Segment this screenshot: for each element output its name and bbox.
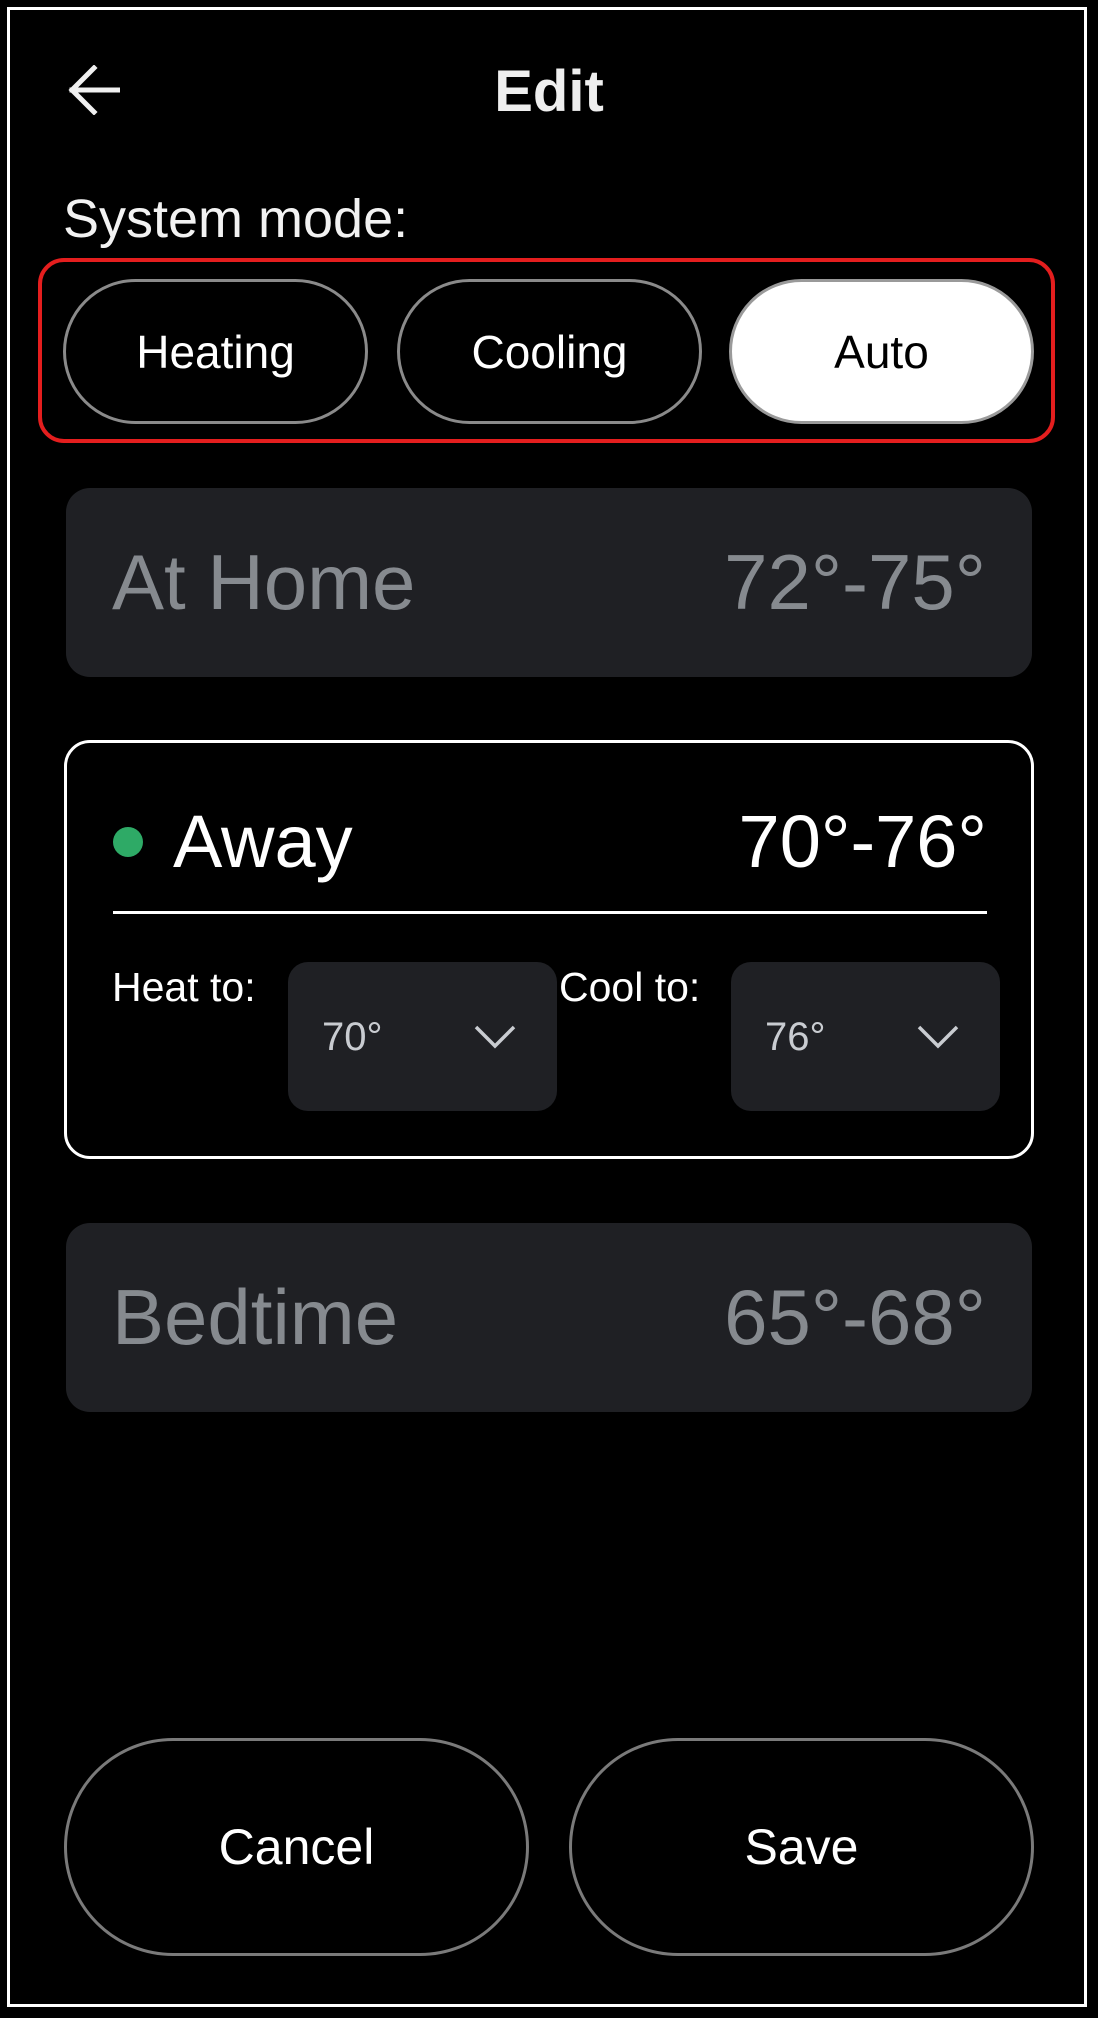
preset-range: 70°-76° — [738, 800, 987, 883]
active-status-dot — [113, 827, 143, 857]
preset-bedtime[interactable]: Bedtime 65°-68° — [66, 1223, 1032, 1412]
chevron-down-icon — [474, 1025, 516, 1049]
preset-name: At Home — [112, 538, 416, 626]
cool-to-label: Cool to: — [559, 964, 701, 1010]
system-mode-label: System mode: — [63, 189, 409, 249]
save-button[interactable]: Save — [569, 1738, 1034, 1956]
heat-to-dropdown[interactable]: 70° — [288, 962, 557, 1111]
mode-auto-button[interactable]: Auto — [729, 279, 1034, 424]
heat-to-value: 70° — [322, 1015, 383, 1059]
chevron-down-icon — [917, 1025, 959, 1049]
page-title: Edit — [494, 59, 604, 124]
mode-heating-button[interactable]: Heating — [63, 279, 368, 424]
heat-to-label: Heat to: — [112, 964, 256, 1010]
preset-away: Away 70°-76° Heat to: 70° Cool to: 76° — [64, 740, 1034, 1159]
preset-away-header[interactable]: Away 70°-76° — [67, 743, 1031, 913]
cool-to-value: 76° — [765, 1015, 826, 1059]
divider — [113, 911, 987, 914]
preset-name: Bedtime — [112, 1273, 399, 1361]
preset-range: 72°-75° — [724, 538, 986, 626]
cancel-button[interactable]: Cancel — [64, 1738, 529, 1956]
preset-at-home[interactable]: At Home 72°-75° — [66, 488, 1032, 677]
preset-name: Away — [173, 800, 353, 883]
mode-cooling-button[interactable]: Cooling — [397, 279, 702, 424]
cool-to-dropdown[interactable]: 76° — [731, 962, 1000, 1111]
preset-range: 65°-68° — [724, 1273, 986, 1361]
